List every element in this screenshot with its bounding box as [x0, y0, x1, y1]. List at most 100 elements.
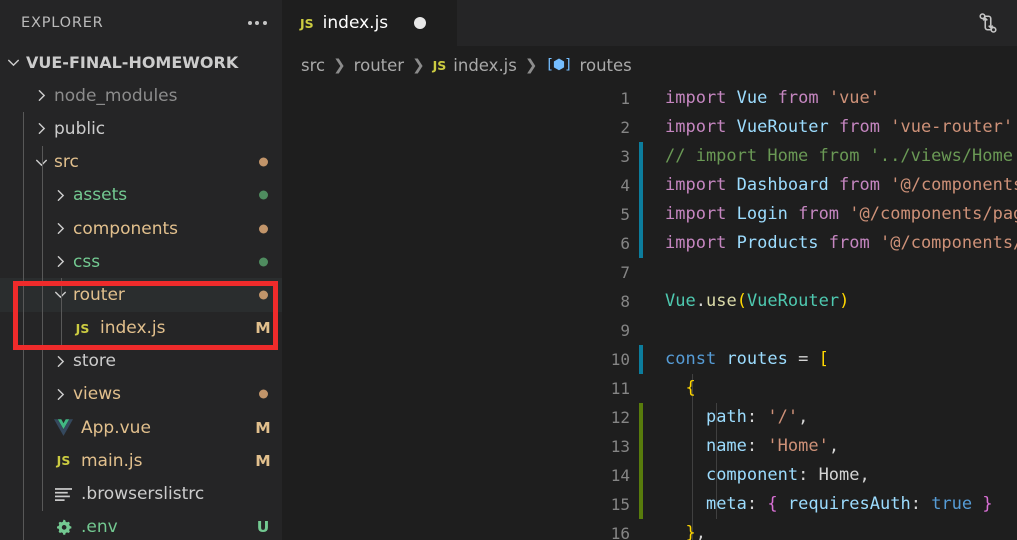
tree-item-label: views	[73, 384, 122, 405]
tree-item-label: .env	[81, 517, 118, 538]
chevron-right-icon[interactable]	[52, 353, 69, 370]
gutter-added-marker	[639, 432, 643, 461]
explorer-header: EXPLORER	[0, 0, 282, 46]
code-token: }	[982, 494, 993, 514]
code-line[interactable]: 2 import VueRouter from 'vue-router'	[282, 113, 1017, 142]
code-token: .	[695, 291, 706, 311]
code-token: '@/components/Dashboard.vue'	[890, 175, 1017, 195]
tab-index-js[interactable]: JS index.js	[282, 0, 458, 46]
code-line[interactable]: 7	[282, 258, 1017, 287]
code-text: const routes = [	[665, 345, 829, 374]
breadcrumb-item-routes[interactable]: [⬢] routes	[545, 56, 631, 75]
gutter-modified-marker	[639, 200, 643, 229]
explorer-title: EXPLORER	[21, 15, 104, 31]
code-line[interactable]: 8 Vue.use(VueRouter)	[282, 287, 1017, 316]
folder-change-dot-icon	[244, 157, 282, 167]
tree-item-label: css	[73, 251, 101, 272]
git-status-badge: M	[255, 418, 271, 437]
code-line[interactable]: 10 const routes = [	[282, 345, 1017, 374]
code-line[interactable]: 12 path: '/',	[282, 403, 1017, 432]
code-line[interactable]: 5 import Login from '@/components/pages/L…	[282, 200, 1017, 229]
gutter-modified-marker	[639, 142, 643, 171]
code-line[interactable]: 4 import Dashboard from '@/components/Das…	[282, 171, 1017, 200]
tree-item-label: components	[73, 218, 179, 239]
chevron-right-icon[interactable]	[33, 87, 50, 104]
line-number: 2	[620, 118, 630, 137]
line-number: 9	[620, 321, 630, 340]
code-token: meta	[705, 494, 747, 514]
code-token: from	[798, 204, 840, 224]
code-token: =	[787, 349, 819, 369]
code-line[interactable]: 11 {	[282, 374, 1017, 403]
code-token: ,	[798, 407, 809, 427]
unsaved-changes-dot-icon[interactable]	[414, 17, 427, 29]
breadcrumb-separator-icon: ❯	[333, 56, 346, 74]
code-line[interactable]: 16 },	[282, 519, 1017, 540]
git-status-badge: M	[255, 319, 271, 338]
gutter-added-marker	[639, 461, 643, 490]
compare-changes-icon[interactable]	[973, 8, 1003, 38]
breadcrumb-label: router	[353, 55, 405, 75]
tree-indent-guide	[23, 112, 24, 540]
breadcrumb-item-index-js[interactable]: JS index.js	[433, 56, 517, 75]
js-file-icon: JS	[432, 57, 447, 73]
breadcrumb-item-router[interactable]: router	[354, 56, 404, 75]
chevron-right-icon[interactable]	[52, 253, 69, 270]
breadcrumb-label: index.js	[453, 55, 517, 75]
breadcrumb-label: routes	[579, 55, 632, 75]
code-text: },	[665, 519, 706, 540]
tree-item--env[interactable]: .env U	[0, 511, 282, 540]
code-editor[interactable]: 1 import Vue from 'vue' 2 import VueRouter …	[282, 84, 1017, 540]
symbol-variable-icon: [⬢]	[545, 57, 572, 73]
code-token: ,	[695, 523, 706, 540]
code-token: [	[818, 349, 829, 369]
code-text: Vue.use(VueRouter)	[665, 287, 849, 316]
chevron-right-icon[interactable]	[52, 187, 69, 204]
code-line[interactable]: 13 name: 'Home',	[282, 432, 1017, 461]
tree-item-root[interactable]: VUE-FINAL-HOMEWORK	[0, 46, 282, 79]
folder-change-dot-icon	[244, 190, 282, 200]
code-line[interactable]: 9	[282, 316, 1017, 345]
chevron-down-icon[interactable]	[5, 54, 22, 71]
explorer-sidebar: EXPLORER VUE-FINAL-HOMEWORK node_modules p…	[0, 0, 282, 540]
code-token: routes	[726, 349, 788, 369]
code-line[interactable]: 1 import Vue from 'vue'	[282, 84, 1017, 113]
breadcrumb-item-src[interactable]: src	[301, 56, 325, 75]
code-line[interactable]: 14 component: Home,	[282, 461, 1017, 490]
code-line[interactable]: 15 meta: { requiresAuth: true }	[282, 490, 1017, 519]
chevron-right-icon[interactable]	[33, 120, 50, 137]
vscode-window: EXPLORER VUE-FINAL-HOMEWORK node_modules p…	[0, 0, 1017, 540]
gutter-added-marker	[639, 403, 643, 432]
code-token: }	[685, 523, 696, 540]
line-number: 1	[620, 89, 630, 108]
code-token: VueRouter	[746, 291, 840, 311]
code-line[interactable]: 6 import Products from '@/components/page…	[282, 229, 1017, 258]
tree-item-public[interactable]: public	[0, 112, 282, 145]
code-token: Products	[736, 233, 819, 253]
code-token: from	[839, 175, 880, 195]
chevron-right-icon[interactable]	[52, 220, 69, 237]
code-token: 'vue'	[828, 88, 881, 108]
git-status-badge: M	[255, 451, 271, 470]
line-number: 16	[610, 524, 630, 540]
code-text: import Products from '@/components/pages…	[665, 229, 1017, 258]
tree-item-node-modules[interactable]: node_modules	[0, 79, 282, 112]
code-token: // import Home from '../views/Home.vue'	[665, 146, 1017, 166]
chevron-right-icon[interactable]	[52, 386, 69, 403]
explorer-more-actions-button[interactable]	[244, 12, 270, 34]
code-token: true	[931, 494, 973, 514]
code-line[interactable]: 3 // import Home from '../views/Home.vue'	[282, 142, 1017, 171]
code-token: Home	[818, 465, 860, 485]
code-token: const	[665, 349, 717, 369]
folder-change-dot-icon	[244, 257, 282, 267]
tree-item-label: VUE-FINAL-HOMEWORK	[26, 53, 239, 73]
config-lines-icon	[52, 487, 75, 502]
